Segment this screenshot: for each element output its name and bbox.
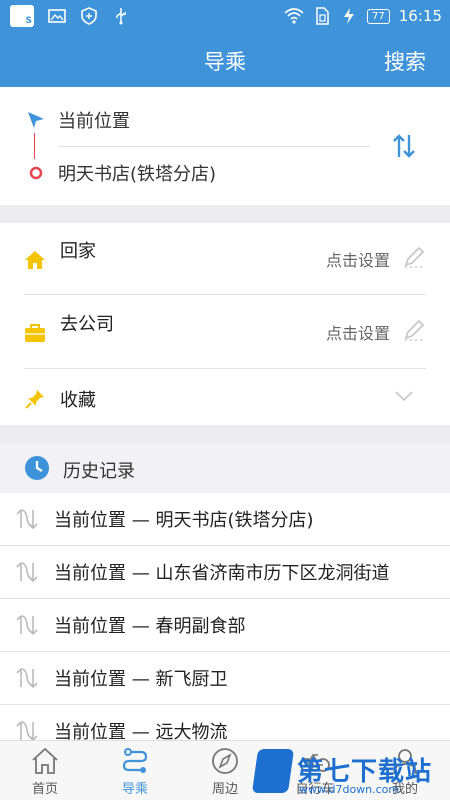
history-item-text: 当前位置 — 春明副食部 [54,616,246,637]
route-swap-icon [16,562,38,583]
home-outline-icon [32,747,58,774]
clock-icon [25,456,49,480]
work-label: 去公司 [60,314,114,335]
location-arrow-icon [28,112,44,128]
history-item-text: 当前位置 — 新飞厨卫 [54,669,228,690]
tab-bicycle[interactable]: 自行车 [270,741,360,800]
tab-label: 导乘 [121,782,148,797]
work-set-action[interactable]: 点击设置 [326,320,390,344]
home-label: 回家 [60,241,96,262]
tab-label: 周边 [211,782,238,797]
pin-icon [25,390,44,409]
route-swap-icon [16,668,38,689]
app-header: 导乘 搜索 [0,32,450,87]
chevron-down-icon[interactable] [394,390,414,402]
shopping-bag-icon [10,5,34,27]
work-item[interactable]: 去公司 点击设置 [0,296,450,369]
divider [24,294,426,295]
history-item-text: 当前位置 — 远大物流 [54,722,228,740]
divider [24,368,426,369]
battery-level: 77 [367,8,390,24]
image-icon [48,9,66,23]
history-item-text: 当前位置 — 山东省济南市历下区龙洞街道 [54,563,390,584]
quick-destinations: 回家 点击设置 去公司 点击设置 收藏 [0,223,450,425]
search-button[interactable]: 搜索 [384,46,426,76]
page-title: 导乘 [204,50,246,74]
clock: 16:15 [398,7,442,25]
home-icon [25,251,45,269]
favorites-label: 收藏 [60,390,96,411]
bottom-tab-bar: 首页 导乘 周边 自行车 我的 [0,740,450,800]
tab-profile[interactable]: 我的 [360,741,450,800]
pencil-icon[interactable] [402,318,426,342]
tab-home[interactable]: 首页 [0,741,90,800]
history-item[interactable]: 当前位置 — 春明副食部 [0,599,450,652]
route-divider [58,146,370,147]
status-bar: 77 16:15 [0,0,450,32]
charging-icon [344,8,355,24]
favorites-item[interactable]: 收藏 [0,370,450,425]
history-item[interactable]: 当前位置 — 山东省济南市历下区龙洞街道 [0,546,450,599]
destination-ring-icon [29,166,43,180]
bicycle-icon [300,753,330,772]
tab-label: 首页 [31,782,58,797]
pencil-icon[interactable] [402,245,426,269]
destination-field[interactable]: 明天书店(铁塔分店) [26,160,216,186]
route-swap-icon [16,721,38,740]
origin-field[interactable]: 当前位置 [26,107,130,133]
usb-icon [116,8,126,25]
route-swap-icon [16,509,38,530]
origin-label: 当前位置 [58,111,130,132]
shield-icon [81,7,97,25]
tab-label: 我的 [391,782,418,797]
user-icon [393,749,417,775]
history-header: 历史记录 [0,443,450,493]
history-item[interactable]: 当前位置 — 远大物流 [0,705,450,740]
tab-label: 自行车 [295,782,335,797]
history-item-text: 当前位置 — 明天书店(铁塔分店) [54,510,314,531]
history-title: 历史记录 [63,461,135,482]
destination-label: 明天书店(铁塔分店) [58,164,217,185]
history-list: 当前位置 — 明天书店(铁塔分店) 当前位置 — 山东省济南市历下区龙洞街道 当… [0,493,450,740]
briefcase-icon [25,324,45,342]
sim-card-icon [316,7,329,25]
route-icon [122,748,148,773]
history-item[interactable]: 当前位置 — 明天书店(铁塔分店) [0,493,450,546]
swap-route-icon[interactable] [392,133,416,159]
route-card: 当前位置 明天书店(铁塔分店) [0,87,450,205]
tab-navigation[interactable]: 导乘 [90,741,180,800]
route-swap-icon [16,615,38,636]
home-set-action[interactable]: 点击设置 [326,247,390,271]
compass-icon [212,748,238,774]
tab-nearby[interactable]: 周边 [180,741,270,800]
home-item[interactable]: 回家 点击设置 [0,223,450,296]
history-item[interactable]: 当前位置 — 新飞厨卫 [0,652,450,705]
wifi-icon [284,8,304,24]
route-connector [34,133,35,159]
